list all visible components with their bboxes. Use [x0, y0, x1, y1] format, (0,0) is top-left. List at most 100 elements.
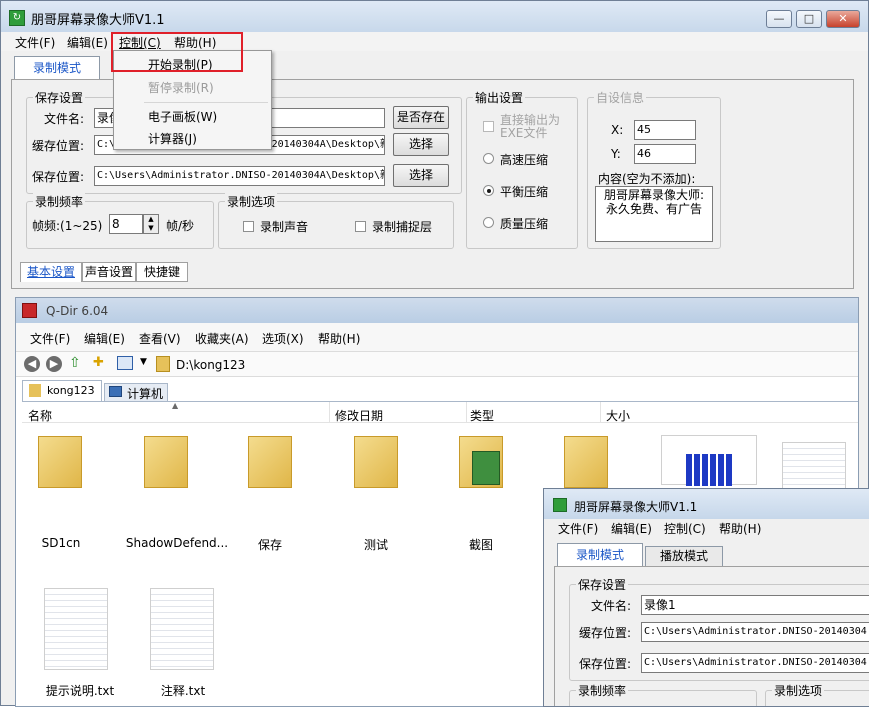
nested-cache-input[interactable]: C:\Users\Administrator.DNISO-20140304 [641, 622, 869, 642]
folder-icon[interactable] [354, 436, 398, 488]
up-folder-icon[interactable]: ⇧ [69, 355, 81, 371]
col-divider [466, 402, 467, 423]
nested-app-window: 朋哥屏幕录像大师V1.1 文件(F) 编辑(E) 控制(C) 帮助(H) 录制模… [543, 488, 869, 707]
col-type[interactable]: 类型 [470, 407, 494, 424]
col-divider [600, 402, 601, 423]
folder-icon[interactable] [144, 436, 188, 488]
folder-icon[interactable] [38, 436, 82, 488]
capture-layer-checkbox[interactable] [355, 221, 366, 232]
col-divider [329, 402, 330, 423]
qdir-menu-help[interactable]: 帮助(H) [318, 330, 360, 347]
nested-tab-playback[interactable]: 播放模式 [645, 546, 723, 567]
nested-menu-edit[interactable]: 编辑(E) [611, 520, 652, 537]
capture-layer-label: 录制捕捉层 [372, 220, 433, 234]
menu-edit[interactable]: 编辑(E) [67, 34, 108, 51]
file-name[interactable]: 提示说明.txt [34, 682, 126, 699]
path-text[interactable]: D:\kong123 [176, 358, 245, 372]
qdir-tab-computer[interactable]: 计算机 [104, 383, 168, 401]
fps-stepper[interactable]: ▲ ▼ [143, 214, 159, 234]
tab-shortcuts[interactable]: 快捷键 [136, 262, 188, 282]
menu-item-drawing-board[interactable]: 电子画板(W) [148, 108, 217, 125]
save-location-input[interactable]: C:\Users\Administrator.DNISO-20140304A\D… [94, 166, 385, 186]
file-name[interactable]: SD1cn [26, 536, 96, 550]
high-compress-radio[interactable] [483, 153, 494, 164]
file-name[interactable]: 注释.txt [152, 682, 214, 699]
forward-icon[interactable]: ▶ [46, 356, 62, 372]
fps-unit: 帧/秒 [166, 219, 195, 233]
nested-save-input[interactable]: C:\Users\Administrator.DNISO-20140304 [641, 653, 869, 673]
cache-choose-button[interactable]: 选择 [393, 133, 449, 156]
view-dropdown-icon[interactable]: ▼ [140, 357, 147, 367]
tab-sound-settings[interactable]: 声音设置 [82, 262, 136, 282]
record-sound-checkbox[interactable] [243, 221, 254, 232]
fps-label: 帧频:(1~25) [32, 219, 103, 233]
save-settings-label: 保存设置 [33, 89, 86, 106]
menu-item-calculator[interactable]: 计算器(J) [148, 130, 197, 147]
view-icon[interactable] [117, 356, 133, 370]
x-input[interactable]: 45 [634, 120, 696, 140]
nested-options-label: 录制选项 [772, 682, 825, 699]
qdir-menu-favorites[interactable]: 收藏夹(A) [195, 330, 249, 347]
back-icon[interactable]: ◀ [24, 356, 40, 372]
content-label: 内容(空为不添加): [598, 172, 696, 186]
file-name[interactable]: 保存 [248, 536, 292, 553]
save-choose-button[interactable]: 选择 [393, 164, 449, 187]
nested-freq-group: 录制频率 [569, 682, 757, 706]
highlight-box [111, 32, 243, 72]
quality-compress-radio[interactable] [483, 217, 494, 228]
menu-separator [144, 102, 268, 103]
fps-input[interactable]: 8 [109, 214, 143, 234]
file-name[interactable]: 测试 [354, 536, 398, 553]
file-name[interactable]: ShadowDefend... [124, 536, 230, 550]
balance-compress-radio[interactable] [483, 185, 494, 196]
record-options-label: 录制选项 [225, 193, 278, 210]
content-textarea[interactable]: 朋哥屏幕录像大师: 永久免费、有广告 [595, 186, 713, 242]
new-folder-icon[interactable]: ✚ [93, 355, 104, 370]
qdir-menu-view[interactable]: 查看(V) [139, 330, 181, 347]
y-input[interactable]: 46 [634, 144, 696, 164]
col-size[interactable]: 大小 [606, 407, 630, 424]
exe-label: 直接输出为 EXE文件 [500, 113, 561, 140]
folder-icon[interactable] [459, 436, 503, 488]
computer-icon [109, 386, 122, 397]
balance-compress-label: 平衡压缩 [500, 185, 549, 199]
exists-button[interactable]: 是否存在 [393, 106, 449, 129]
tab-record-mode[interactable]: 录制模式 [14, 56, 100, 80]
file-name[interactable]: 截图 [459, 536, 503, 553]
close-button[interactable]: ✕ [826, 10, 860, 28]
nested-menu-control[interactable]: 控制(C) [664, 520, 706, 537]
path-folder-icon [156, 356, 170, 372]
col-name[interactable]: 名称 [28, 407, 52, 424]
text-file-icon[interactable] [150, 588, 214, 670]
exe-checkbox[interactable] [483, 121, 494, 132]
qdir-menu-file[interactable]: 文件(F) [30, 330, 70, 347]
record-sound-label: 录制声音 [260, 220, 309, 234]
save-location-label: 保存位置: [32, 170, 85, 184]
maximize-button[interactable]: □ [796, 10, 822, 28]
menu-item-pause-record[interactable]: 暂停录制(R) [148, 79, 214, 96]
text-file-icon[interactable] [44, 588, 108, 670]
nested-app-icon [553, 498, 567, 512]
nested-menu-file[interactable]: 文件(F) [558, 520, 598, 537]
frequency-group-label: 录制频率 [33, 193, 86, 210]
x-label: X: [611, 123, 624, 137]
nested-menu-help[interactable]: 帮助(H) [719, 520, 761, 537]
minimize-button[interactable]: — [766, 10, 792, 28]
app-thumbnail[interactable] [661, 435, 757, 486]
tab-basic-settings[interactable]: 基本设置 [20, 262, 82, 282]
col-modified[interactable]: 修改日期 [335, 407, 383, 424]
qdir-menu-edit[interactable]: 编辑(E) [84, 330, 125, 347]
nested-title-bar: 朋哥屏幕录像大师V1.1 [544, 489, 869, 519]
nested-filename-label: 文件名: [591, 599, 632, 613]
nested-filename-input[interactable]: 录像1 [641, 595, 869, 615]
nested-tab-record[interactable]: 录制模式 [557, 543, 643, 567]
qdir-menu-options[interactable]: 选项(X) [262, 330, 304, 347]
qdir-title: Q-Dir 6.04 [46, 304, 109, 318]
menu-file[interactable]: 文件(F) [15, 34, 55, 51]
folder-icon[interactable] [248, 436, 292, 488]
title-bar: ↻ 朋哥屏幕录像大师V1.1 — □ ✕ [1, 1, 868, 34]
tab-kong123-label: kong123 [47, 384, 95, 397]
qdir-tab-kong123[interactable]: kong123 [22, 380, 102, 401]
main-window: ↻ 朋哥屏幕录像大师V1.1 — □ ✕ 文件(F) 编辑(E) 控制(C) 帮… [0, 0, 869, 707]
folder-icon[interactable] [564, 436, 608, 488]
